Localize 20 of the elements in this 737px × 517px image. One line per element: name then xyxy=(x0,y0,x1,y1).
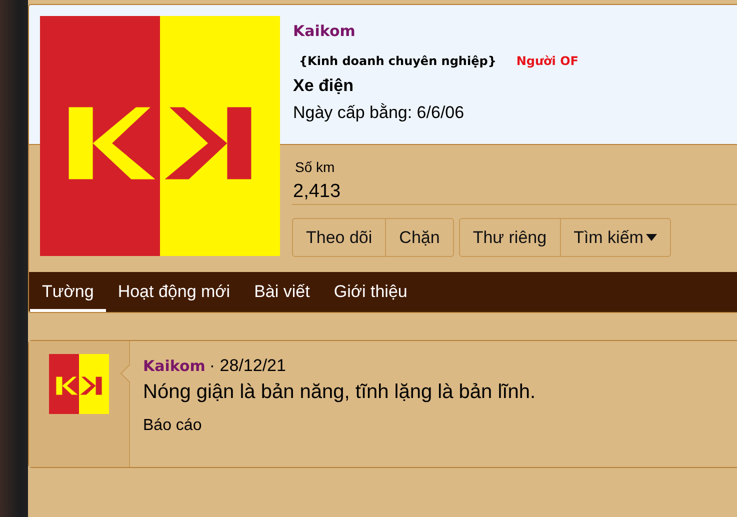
vehicle-label: Xe điện xyxy=(293,76,354,96)
action-button[interactable]: Theo dõi xyxy=(293,219,386,256)
profile-tab[interactable]: Giới thiệu xyxy=(322,272,420,312)
stat-label: Số km xyxy=(295,159,336,175)
username[interactable]: Kaikom xyxy=(293,22,737,40)
profile-tab[interactable]: Hoạt động mới xyxy=(106,272,242,312)
user-title: {Kinh doanh chuyên nghiệp} xyxy=(299,54,496,68)
caret-icon xyxy=(646,234,658,241)
action-button[interactable]: Tìm kiếm xyxy=(560,219,670,256)
comment-date: · 28/12/21 xyxy=(209,356,286,376)
license-date: Ngày cấp bằng: 6/6/06 xyxy=(293,103,466,123)
report-link[interactable]: Báo cáo xyxy=(143,417,202,435)
profile-tab[interactable]: Bài viết xyxy=(242,272,322,312)
profile-tab[interactable]: Tường xyxy=(30,272,106,312)
user-role-label: Người OF xyxy=(516,54,578,68)
comment-author[interactable]: Kaikom xyxy=(143,357,206,375)
action-button[interactable]: Chặn xyxy=(385,219,453,256)
stat-value: 2,413 xyxy=(293,181,342,203)
comment-text: Nóng giận là bản năng, tĩnh lặng là bản lĩnh. xyxy=(143,381,536,404)
action-button[interactable]: Thư riêng xyxy=(460,219,560,256)
